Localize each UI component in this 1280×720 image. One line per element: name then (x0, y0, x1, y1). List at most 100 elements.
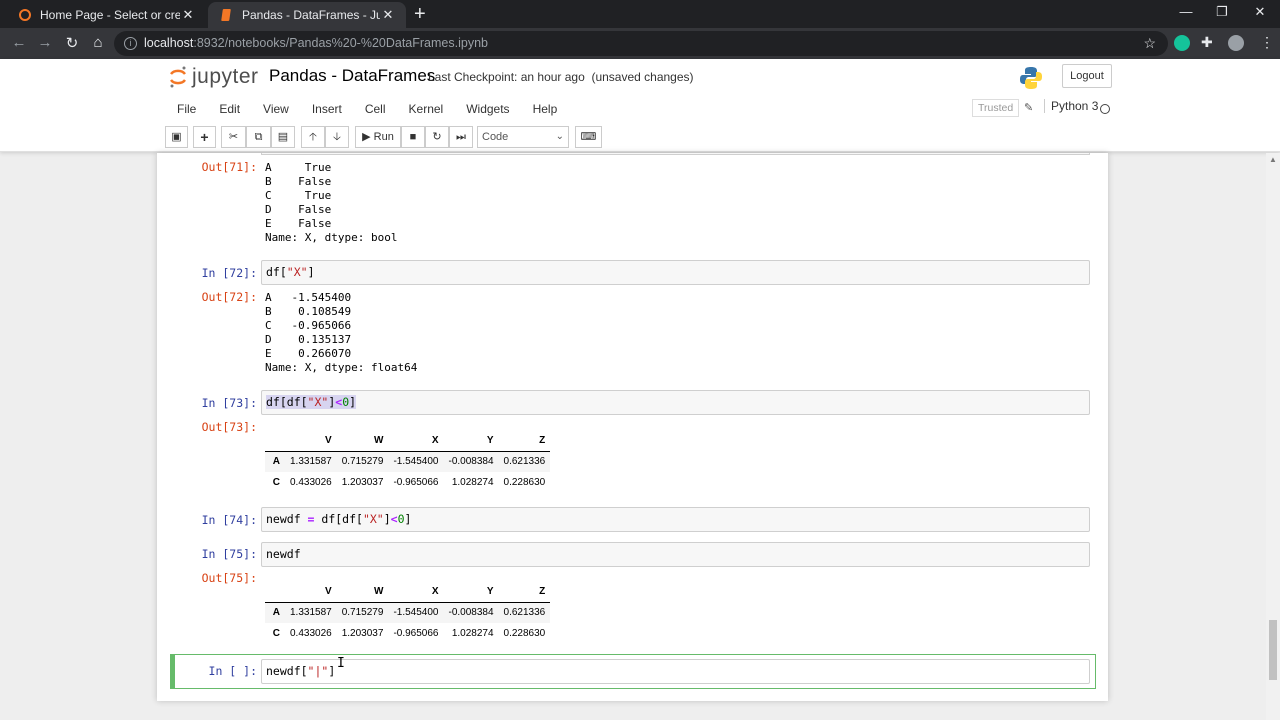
profile-avatar-icon[interactable] (1228, 35, 1244, 51)
table-row: C 0.433026 1.203037 -0.965066 1.028274 0… (265, 472, 550, 493)
table-cell: 0.228630 (503, 628, 546, 639)
copy-icon[interactable]: ⧉ (246, 126, 271, 148)
close-window-icon[interactable]: ✕ (1250, 4, 1270, 20)
code-cell-input[interactable]: newdf = df[df["X"]<0] (261, 507, 1090, 532)
scroll-up-arrow-icon[interactable]: ▲ (1269, 155, 1277, 164)
close-tab-icon[interactable]: ✕ (380, 7, 396, 23)
back-icon[interactable]: ← (10, 34, 28, 51)
code-cell-input[interactable]: df["X"] (261, 260, 1090, 285)
output-prompt: Out[73]: (201, 420, 257, 434)
save-icon[interactable]: ▣ (165, 126, 188, 148)
table-column-header: W (336, 581, 389, 603)
menu-kernel[interactable]: Kernel (397, 97, 455, 121)
restart-run-all-icon[interactable]: ⏭ (449, 126, 473, 148)
bookmark-star-icon[interactable]: ☆ (1143, 31, 1156, 56)
table-cell: -1.545400 (393, 607, 439, 619)
edit-mode-pencil-icon: ✎ (1024, 102, 1034, 114)
code-cell-input-editing[interactable]: newdf["|"] (261, 659, 1090, 684)
page-scrollbar[interactable]: ▲ (1266, 153, 1280, 720)
reload-icon[interactable]: ↻ (63, 34, 81, 52)
table-column-header: V (285, 581, 337, 603)
paste-icon[interactable]: ▤ (271, 126, 295, 148)
code-cell-input[interactable]: newdf (261, 542, 1090, 567)
table-column-header: Z (498, 581, 551, 603)
new-tab-icon[interactable]: + (414, 4, 426, 24)
menu-view[interactable]: View (251, 97, 300, 121)
jupyter-wordmark: jupyter (192, 65, 259, 88)
table-column-header: X (388, 581, 444, 603)
output-prompt: Out[75]: (201, 571, 257, 585)
run-label: Run (373, 131, 394, 143)
home-icon[interactable]: ⌂ (89, 34, 107, 51)
menu-widgets[interactable]: Widgets (454, 97, 520, 121)
menu-insert[interactable]: Insert (300, 97, 353, 121)
site-info-icon[interactable]: i (124, 37, 137, 50)
table-index-header (265, 581, 285, 603)
cell-type-value: Code (482, 131, 509, 143)
restart-kernel-icon[interactable]: ↻ (425, 126, 449, 148)
chevron-down-icon: ⌄ (555, 131, 564, 142)
run-play-icon: ▶ (362, 131, 371, 143)
kernel-idle-indicator-icon (1100, 104, 1110, 114)
command-palette-keyboard-icon[interactable]: ⌨ (575, 126, 602, 148)
notebook-container[interactable]: Out[71]: A True B False C True D False E… (157, 153, 1108, 701)
trusted-badge[interactable]: Trusted (972, 99, 1020, 117)
row-index: C (272, 477, 280, 488)
move-up-icon[interactable]: 🡡 (301, 126, 325, 148)
code-text: newdf (266, 547, 301, 561)
kernel-name[interactable]: Python 3 (1044, 99, 1098, 113)
run-button[interactable]: ▶ Run (355, 126, 401, 148)
forward-icon[interactable]: → (36, 34, 54, 51)
close-tab-icon[interactable]: ✕ (180, 7, 196, 23)
table-row: C 0.433026 1.203037 -0.965066 1.028274 0… (265, 623, 550, 644)
tab-title: Home Page - Select or create a n (40, 8, 180, 22)
extensions-puzzle-icon[interactable]: ✚ (1201, 34, 1213, 51)
jupyter-header: jupyter Pandas - DataFrames Last Checkpo… (0, 59, 1280, 152)
input-prompt: In [74]: (201, 513, 257, 527)
table-cell: 1.028274 (451, 477, 494, 488)
code-cell-input[interactable]: df[df["X"]<0] (261, 390, 1090, 415)
table-cell: 1.331587 (290, 607, 332, 619)
table-column-header: Y (443, 581, 499, 603)
url-input[interactable]: i localhost:8932/notebooks/Pandas%20-%20… (114, 31, 1168, 56)
url-host: localhost (144, 36, 194, 50)
table-cell: 1.203037 (341, 628, 384, 639)
table-column-header: V (285, 430, 337, 452)
row-index: C (272, 628, 280, 639)
table-column-header: W (336, 430, 389, 452)
move-down-icon[interactable]: 🡣 (325, 126, 349, 148)
tab-pandas-dataframes[interactable]: Pandas - DataFrames - Jupyter N ✕ (208, 2, 406, 28)
dataframe-table: V W X Y Z A 1.331587 0.715279 -1.545400 … (265, 581, 551, 644)
input-prompt: In [75]: (201, 547, 257, 561)
table-index-header (265, 430, 285, 452)
scrollbar-thumb[interactable] (1269, 620, 1277, 680)
cut-icon[interactable]: ✂ (221, 126, 246, 148)
interrupt-stop-icon[interactable]: ■ (401, 126, 425, 148)
grammarly-extension-icon[interactable] (1174, 35, 1190, 51)
minimize-icon[interactable]: — (1176, 4, 1196, 19)
menu-file[interactable]: File (165, 97, 207, 121)
restore-icon[interactable]: ❐ (1212, 4, 1232, 20)
table-row: A 1.331587 0.715279 -1.545400 -0.008384 … (265, 451, 551, 472)
menu-edit[interactable]: Edit (207, 97, 251, 121)
cell-type-select[interactable]: Code ⌄ (477, 126, 569, 148)
chrome-menu-icon[interactable]: ⋮ (1260, 34, 1274, 51)
tab-home-page[interactable]: Home Page - Select or create a n ✕ (6, 2, 206, 28)
table-cell: -0.008384 (448, 456, 494, 468)
url-path: :8932/notebooks/Pandas%20-%20DataFrames.… (193, 36, 488, 50)
jupyter-logo[interactable]: jupyter (168, 65, 259, 89)
python-logo-icon (1020, 67, 1042, 89)
output-prompt: Out[72]: (201, 290, 257, 304)
table-cell: -1.545400 (393, 456, 439, 468)
insert-cell-below-icon[interactable]: + (193, 126, 216, 148)
input-prompt: In [ ]: (208, 664, 257, 678)
logout-button[interactable]: Logout (1062, 64, 1112, 88)
table-cell: -0.008384 (448, 607, 494, 619)
table-cell: 1.028274 (451, 628, 494, 639)
menu-help[interactable]: Help (521, 97, 569, 121)
dataframe-table: V W X Y Z A 1.331587 0.715279 -1.545400 … (265, 430, 551, 493)
notebook-title[interactable]: Pandas - DataFrames (269, 66, 435, 86)
table-cell: 0.621336 (503, 607, 546, 619)
input-prompt: In [73]: (201, 396, 257, 410)
menu-cell[interactable]: Cell (353, 97, 397, 121)
